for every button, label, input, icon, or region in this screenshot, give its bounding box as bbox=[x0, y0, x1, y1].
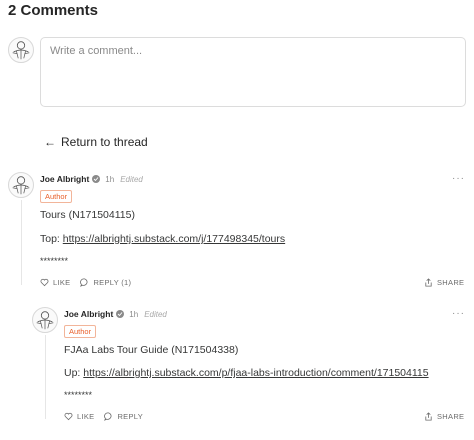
comment-line-2: Top: https://albrightj.substack.com/j/17… bbox=[40, 233, 285, 245]
like-button[interactable]: LIKE bbox=[64, 412, 94, 421]
comment-meta: Joe Albright 1h Edited bbox=[64, 309, 167, 319]
share-icon bbox=[425, 278, 432, 287]
verified-icon bbox=[92, 175, 101, 183]
share-label: SHARE bbox=[437, 278, 465, 287]
comment-line-3: ******** bbox=[40, 256, 69, 266]
thread-line[interactable] bbox=[21, 200, 22, 285]
like-button[interactable]: LIKE bbox=[40, 278, 70, 287]
share-icon bbox=[425, 412, 432, 421]
avatar-sketch-icon bbox=[12, 176, 30, 195]
comment-avatar[interactable] bbox=[8, 172, 34, 198]
author-badge: Author bbox=[64, 325, 97, 338]
share-button[interactable]: SHARE bbox=[424, 412, 464, 421]
comment-time[interactable]: 1h bbox=[105, 175, 114, 184]
reply-label: REPLY (1) bbox=[93, 278, 132, 287]
link-prefix: Top: bbox=[40, 233, 63, 245]
return-to-thread-label: Return to thread bbox=[61, 135, 148, 149]
avatar-sketch-icon bbox=[12, 41, 30, 60]
more-options-icon[interactable]: ··· bbox=[452, 308, 465, 319]
comment-actions: LIKE REPLY (1) bbox=[40, 278, 131, 287]
comment-line-1: Tours (N171504115) bbox=[40, 209, 135, 221]
comment-line-3: ******** bbox=[64, 390, 93, 400]
comment-line-2: Up: https://albrightj.substack.com/p/fja… bbox=[64, 367, 429, 379]
reply-button[interactable]: REPLY (1) bbox=[80, 278, 131, 287]
reply-label: REPLY bbox=[117, 412, 144, 421]
comments-heading: 2 Comments bbox=[8, 2, 99, 19]
more-options-icon[interactable]: ··· bbox=[452, 173, 465, 184]
return-to-thread-link[interactable]: ← Return to thread bbox=[44, 135, 148, 149]
reply-button[interactable]: REPLY bbox=[104, 412, 143, 421]
current-user-avatar[interactable] bbox=[8, 37, 34, 63]
comment-meta: Joe Albright 1h Edited bbox=[40, 174, 143, 184]
speech-bubble-icon bbox=[104, 412, 112, 421]
share-label: SHARE bbox=[437, 412, 465, 421]
heart-icon bbox=[64, 412, 73, 421]
author-badge: Author bbox=[40, 190, 73, 203]
thread-line[interactable] bbox=[45, 335, 46, 419]
like-label: LIKE bbox=[53, 278, 71, 287]
comment-link[interactable]: https://albrightj.substack.com/p/fjaa-la… bbox=[83, 367, 428, 379]
comment-line-1: FJAa Labs Tour Guide (N171504338) bbox=[64, 344, 239, 356]
like-label: LIKE bbox=[77, 412, 95, 421]
avatar-sketch-icon bbox=[36, 311, 54, 330]
verified-icon bbox=[116, 310, 125, 318]
edited-label: Edited bbox=[120, 174, 143, 184]
comment-link[interactable]: https://albrightj.substack.com/j/1774983… bbox=[63, 233, 285, 245]
edited-label: Edited bbox=[144, 309, 167, 319]
link-prefix: Up: bbox=[64, 367, 84, 379]
author-name[interactable]: Joe Albright bbox=[40, 174, 89, 184]
speech-bubble-icon bbox=[80, 278, 88, 287]
comment-avatar[interactable] bbox=[32, 307, 58, 333]
arrow-left-icon: ← bbox=[44, 135, 56, 149]
comment-composer[interactable] bbox=[40, 37, 466, 107]
comment-time[interactable]: 1h bbox=[129, 310, 138, 319]
heart-icon bbox=[40, 278, 49, 287]
comment-actions: LIKE REPLY bbox=[64, 412, 143, 421]
author-name[interactable]: Joe Albright bbox=[64, 309, 113, 319]
share-button[interactable]: SHARE bbox=[424, 278, 464, 287]
comment-input[interactable] bbox=[41, 38, 465, 106]
